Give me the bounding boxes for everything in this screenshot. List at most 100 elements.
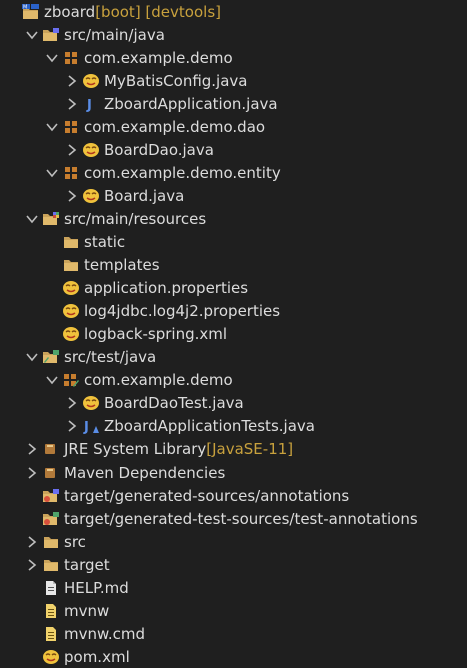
tree-item[interactable]: HELP.md [0,576,467,599]
contributor-icon [82,72,100,90]
chevron-right-icon[interactable] [26,461,38,484]
package-icon [62,49,80,67]
tree-item-label: BoardDao.java [104,140,214,159]
folder-icon [42,533,60,551]
tree-item[interactable]: src/main/resources [0,207,467,230]
tree-item[interactable]: target [0,553,467,576]
tree-item[interactable]: com.example.demo.dao [0,115,467,138]
test-java-file-icon: J [82,417,100,435]
chevron-down-icon[interactable] [46,46,58,69]
tree-item[interactable]: mvnw [0,599,467,622]
resource-folder-icon [42,210,60,228]
chevron-down-icon[interactable] [26,207,38,230]
contributor-icon [42,648,60,666]
tree-item[interactable]: J ZboardApplication.java [0,92,467,115]
file-icon [42,579,60,597]
tree-item-label: log4jdbc.log4j2.properties [84,302,281,321]
library-icon [42,440,60,458]
chevron-right-icon[interactable] [26,530,38,553]
tree-item-label: mvnw.cmd [64,624,146,643]
generated-test-folder-icon [42,510,60,528]
package-icon [62,118,80,136]
chevron-right-icon[interactable] [26,438,38,461]
test-folder-icon [42,348,60,366]
text-file-icon [42,602,60,620]
chevron-right-icon[interactable] [66,92,78,115]
tree-item-label: logback-spring.xml [84,325,228,344]
tree-item-label: application.properties [84,279,249,298]
chevron-down-icon[interactable] [46,115,58,138]
tree-item-label: target/generated-test-sources/test-annot… [64,509,418,528]
tree-item[interactable]: com.example.demo.entity [0,161,467,184]
tree-item[interactable]: com.example.demo [0,46,467,69]
tree-item-label: src/main/resources [64,209,207,228]
tree-item-label: target [64,555,110,574]
project-explorer-tree: Mzboard [boot] [devtools] src/main/java co… [0,0,467,667]
chevron-right-icon[interactable] [66,184,78,207]
tree-item-label: mvnw [64,601,110,620]
tree-item-label: com.example.demo [84,48,233,67]
contributor-icon [62,325,80,343]
tree-item-label: zboard [44,2,96,21]
chevron-right-icon[interactable] [66,69,78,92]
tree-item-decoration: [boot] [devtools] [95,2,221,21]
tree-item[interactable]: target/generated-sources/annotations [0,484,467,507]
chevron-down-icon[interactable] [46,369,58,392]
text-file-icon [42,625,60,643]
tree-item[interactable]: static [0,231,467,254]
tree-item[interactable]: target/generated-test-sources/test-annot… [0,507,467,530]
folder-icon [42,556,60,574]
contributor-icon [62,302,80,320]
folder-icon [62,256,80,274]
tree-item-label: src [64,532,86,551]
svg-text:M: M [23,4,27,10]
tree-item[interactable]: src/main/java [0,23,467,46]
tree-item-label: Maven Dependencies [64,463,226,482]
tree-item[interactable]: mvnw.cmd [0,622,467,645]
tree-item-label: static [84,233,126,251]
tree-item[interactable]: J ZboardApplicationTests.java [0,415,467,438]
java-file-icon: J [82,95,100,113]
tree-item-label: MyBatisConfig.java [104,71,248,90]
chevron-right-icon[interactable] [66,392,78,415]
tree-item[interactable]: JRE System Library [JavaSE-11] [0,438,467,461]
chevron-right-icon[interactable] [26,553,38,576]
tree-item[interactable]: pom.xml [0,645,467,668]
chevron-down-icon[interactable] [26,346,38,369]
tree-item-decoration: [JavaSE-11] [206,440,294,459]
tree-item-label: pom.xml [64,647,130,666]
tree-item-label: com.example.demo.entity [84,163,281,182]
chevron-down-icon[interactable] [46,161,58,184]
tree-item[interactable]: application.properties [0,277,467,300]
chevron-right-icon[interactable] [66,415,78,438]
tree-item[interactable]: Board.java [0,184,467,207]
tree-item-label: ZboardApplicationTests.java [104,417,315,436]
tree-item-label: com.example.demo.dao [84,117,266,136]
tree-item[interactable]: MyBatisConfig.java [0,69,467,92]
test-package-icon [62,371,80,389]
tree-item-label: src/main/java [64,25,165,44]
contributor-icon [82,187,100,205]
tree-item-label: ZboardApplication.java [104,94,278,113]
tree-item[interactable]: src [0,530,467,553]
tree-item[interactable]: Maven Dependencies [0,461,467,484]
svg-text:J: J [86,98,92,112]
tree-item-label: HELP.md [64,578,129,597]
chevron-right-icon[interactable] [66,138,78,161]
svg-text:J: J [83,420,89,434]
generated-folder-icon [42,487,60,505]
tree-item[interactable]: Mzboard [boot] [devtools] [0,0,467,23]
tree-item[interactable]: templates [0,254,467,277]
contributor-icon [82,141,100,159]
tree-item[interactable]: log4jdbc.log4j2.properties [0,300,467,323]
tree-item[interactable]: logback-spring.xml [0,323,467,346]
tree-item-label: target/generated-sources/annotations [64,486,350,505]
contributor-icon [62,279,80,297]
tree-item-label: com.example.demo [84,371,233,390]
tree-item[interactable]: BoardDao.java [0,138,467,161]
tree-item[interactable]: com.example.demo [0,369,467,392]
chevron-down-icon[interactable] [26,23,38,46]
package-icon [62,164,80,182]
tree-item[interactable]: src/test/java [0,346,467,369]
tree-item[interactable]: BoardDaoTest.java [0,392,467,415]
